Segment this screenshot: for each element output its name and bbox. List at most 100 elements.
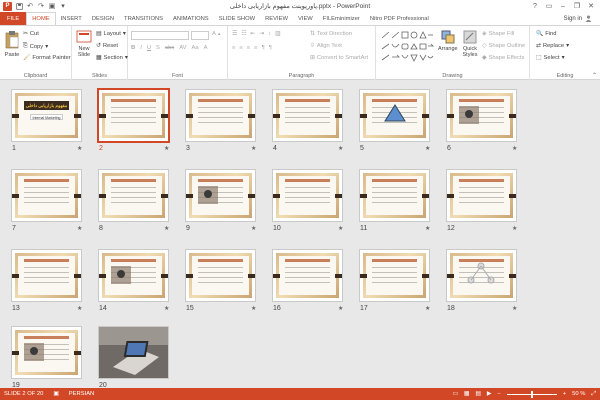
strikethrough-icon[interactable]: abc <box>165 45 174 51</box>
find-button[interactable]: 🔍 Find <box>536 31 557 37</box>
slide-thumbnail-4[interactable] <box>272 89 343 142</box>
ribbon-display-icon[interactable]: ▭ <box>542 0 556 12</box>
slide-thumbnail-20[interactable] <box>98 326 169 379</box>
select-button[interactable]: ⬚ Select ▾ <box>536 55 565 61</box>
new-slide-button[interactable]: New Slide <box>74 30 94 58</box>
slide-thumbnail-14[interactable] <box>98 249 169 302</box>
transition-star-icon[interactable]: ★ <box>77 145 82 152</box>
layout-button[interactable]: ▤ Layout ▾ <box>96 31 126 37</box>
align-text-button[interactable]: ⇳ Align Text <box>310 43 342 49</box>
font-name-combobox[interactable] <box>131 31 189 40</box>
transition-star-icon[interactable]: ★ <box>77 225 82 232</box>
slide-thumbnail-12[interactable] <box>446 169 517 222</box>
slide-thumbnail-6[interactable] <box>446 89 517 142</box>
close-icon[interactable]: ✕ <box>584 0 598 12</box>
slide-sorter[interactable]: مفهوم بازاریابی داخلی Internal Marketing 1… <box>0 80 600 388</box>
shape-outline-button[interactable]: ◇ Shape Outline <box>482 43 525 49</box>
transition-star-icon[interactable]: ★ <box>164 225 169 232</box>
justify-icon[interactable]: ≡ <box>254 45 257 51</box>
cut-button[interactable]: ✂ Cut <box>23 31 39 37</box>
transition-star-icon[interactable]: ★ <box>251 305 256 312</box>
reset-button[interactable]: ↺ Reset <box>96 43 118 49</box>
collapse-ribbon-icon[interactable]: ⌃ <box>592 72 597 79</box>
slide-thumbnail-17[interactable] <box>359 249 430 302</box>
zoom-slider-knob[interactable] <box>530 390 533 398</box>
save-icon[interactable] <box>15 2 23 10</box>
slide-thumbnail-8[interactable] <box>98 169 169 222</box>
transition-star-icon[interactable]: ★ <box>77 305 82 312</box>
tab-transitions[interactable]: TRANSITIONS <box>119 12 168 25</box>
font-size-combobox[interactable] <box>191 31 209 40</box>
fit-to-window-icon[interactable]: ⤢ <box>591 391 596 398</box>
font-color-icon[interactable]: A <box>204 45 208 51</box>
minimize-icon[interactable]: – <box>556 0 570 12</box>
tab-view[interactable]: VIEW <box>293 12 318 25</box>
transition-star-icon[interactable]: ★ <box>338 225 343 232</box>
slide-thumbnail-19[interactable] <box>11 326 82 379</box>
start-from-beginning-icon[interactable]: ▣ <box>48 2 56 10</box>
transition-star-icon[interactable]: ★ <box>425 305 430 312</box>
text-direction-button[interactable]: ⇅ Text Direction <box>310 31 352 37</box>
bullets-icon[interactable]: ☰ <box>232 31 237 37</box>
align-right-icon[interactable]: ≡ <box>247 45 250 51</box>
tab-file[interactable]: FILE <box>0 12 27 25</box>
zoom-in-icon[interactable]: + <box>563 391 566 397</box>
tab-home[interactable]: HOME <box>26 12 56 25</box>
slide-thumbnail-1[interactable]: مفهوم بازاریابی داخلی Internal Marketing <box>11 89 82 142</box>
numbering-icon[interactable]: ☷ <box>241 31 246 37</box>
customize-qat-icon[interactable]: ▾ <box>59 2 67 10</box>
slide-count-status[interactable]: SLIDE 2 OF 20 <box>4 391 43 397</box>
redo-icon[interactable]: ↷ <box>37 2 45 10</box>
slide-thumbnail-7[interactable] <box>11 169 82 222</box>
paste-button[interactable]: Paste <box>4 30 20 58</box>
shapes-gallery[interactable] <box>380 30 434 64</box>
columns-icon[interactable]: ▥ <box>275 31 280 37</box>
shadow-icon[interactable]: S <box>156 45 160 51</box>
underline-icon[interactable]: U <box>147 45 151 51</box>
zoom-out-icon[interactable]: − <box>497 391 500 397</box>
align-left-icon[interactable]: ≡ <box>232 45 235 51</box>
spacing-icon[interactable]: AV <box>179 45 186 51</box>
slide-sorter-view-icon[interactable]: ▦ <box>464 391 469 397</box>
grow-font-button[interactable]: A ▴ <box>212 31 220 37</box>
tab-insert[interactable]: INSERT <box>56 12 87 25</box>
copy-button[interactable]: ⎘ Copy ▾ <box>23 43 48 50</box>
language-status[interactable]: PERSIAN <box>69 391 94 397</box>
transition-star-icon[interactable]: ★ <box>164 305 169 312</box>
tab-animations[interactable]: ANIMATIONS <box>168 12 214 25</box>
section-button[interactable]: ▦ Section ▾ <box>96 55 128 61</box>
powerpoint-icon[interactable]: P <box>3 1 12 11</box>
slide-thumbnail-2[interactable] <box>98 89 169 142</box>
change-case-icon[interactable]: Aa <box>192 45 199 51</box>
transition-star-icon[interactable]: ★ <box>425 225 430 232</box>
slide-thumbnail-10[interactable] <box>272 169 343 222</box>
decrease-indent-icon[interactable]: ⇤ <box>250 31 255 37</box>
transition-star-icon[interactable]: ★ <box>512 225 517 232</box>
tab-review[interactable]: REVIEW <box>260 12 293 25</box>
bold-icon[interactable]: B <box>131 45 135 51</box>
transition-star-icon[interactable]: ★ <box>425 145 430 152</box>
align-center-icon[interactable]: ≡ <box>239 45 242 51</box>
arrange-button[interactable]: Arrange <box>438 30 458 52</box>
convert-smartart-button[interactable]: ⊞ Convert to SmartArt <box>310 55 368 61</box>
tab-design[interactable]: DESIGN <box>87 12 119 25</box>
slide-thumbnail-18[interactable] <box>446 249 517 302</box>
transition-star-icon[interactable]: ★ <box>251 145 256 152</box>
ltr-icon[interactable]: ¶ <box>269 45 272 51</box>
transition-star-icon[interactable]: ★ <box>251 225 256 232</box>
slide-thumbnail-5[interactable] <box>359 89 430 142</box>
spellcheck-icon[interactable]: ▣ <box>53 391 58 397</box>
transition-star-icon[interactable]: ★ <box>164 145 169 152</box>
slide-thumbnail-15[interactable] <box>185 249 256 302</box>
slide-thumbnail-3[interactable] <box>185 89 256 142</box>
help-icon[interactable]: ? <box>528 0 542 12</box>
normal-view-icon[interactable]: ▭ <box>452 391 457 397</box>
increase-indent-icon[interactable]: ⇥ <box>259 31 264 37</box>
undo-icon[interactable]: ↶ <box>26 2 34 10</box>
transition-star-icon[interactable]: ★ <box>512 145 517 152</box>
quick-styles-button[interactable]: Quick Styles <box>462 30 478 58</box>
tab-nitro-pdf[interactable]: Nitro PDF Professional <box>365 12 434 25</box>
tab-fileminimizer[interactable]: FILEminimizer <box>318 12 365 25</box>
reading-view-icon[interactable]: ▤ <box>475 391 480 397</box>
transition-star-icon[interactable]: ★ <box>338 305 343 312</box>
